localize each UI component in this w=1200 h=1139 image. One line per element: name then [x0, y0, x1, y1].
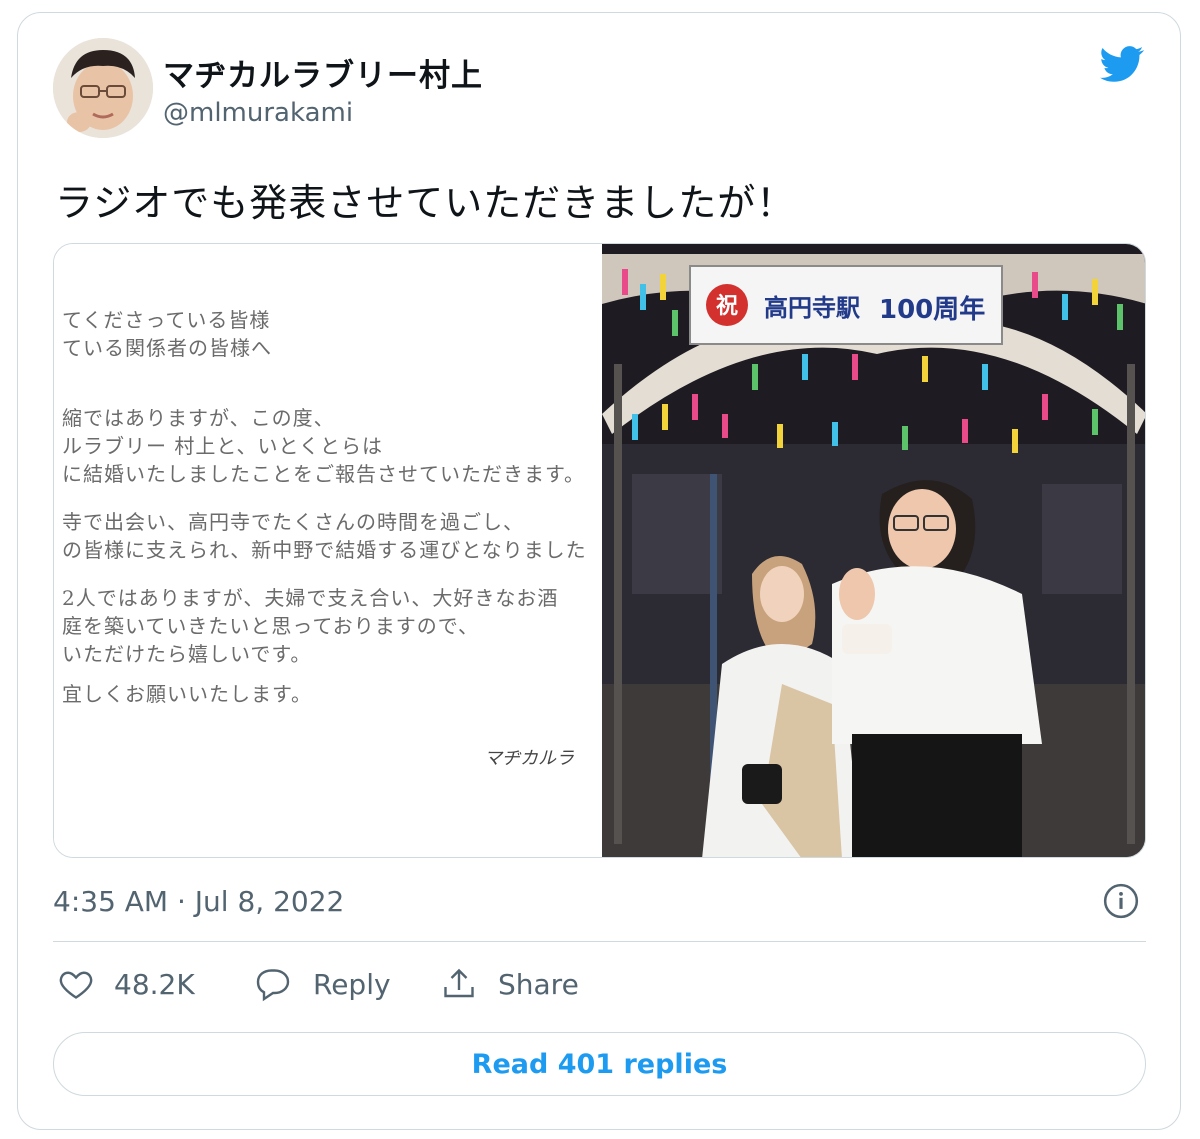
reply-label: Reply: [313, 967, 391, 1001]
avatar-image: [53, 38, 153, 138]
share-label: Share: [498, 967, 579, 1001]
letter-signature: マヂカルラ: [484, 748, 574, 769]
banner-station-text: 高円寺駅: [764, 294, 860, 322]
share-button[interactable]: Share: [440, 966, 579, 1002]
divider: [53, 941, 1146, 942]
share-upload-icon: [444, 968, 474, 998]
user-handle[interactable]: @mlmurakami: [163, 98, 353, 128]
twitter-bird-icon[interactable]: [1097, 42, 1147, 86]
couple-photo[interactable]: 祝 高円寺駅 100周年: [602, 244, 1145, 857]
banner-celebration-kanji: 祝: [716, 294, 738, 319]
letter-line: に結婚いたしましたことをご報告させていただきます。: [62, 462, 585, 486]
heart-icon: [59, 971, 93, 999]
letter-line: 宜しくお願いいたします。: [62, 682, 312, 706]
letter-line: の皆様に支えられ、新中野で結婚する運びとなりました: [62, 538, 587, 562]
tweet-timestamp[interactable]: 4:35 AM · Jul 8, 2022: [53, 885, 344, 918]
tweet-text: ラジオでも発表させていただきましたが！: [55, 181, 796, 225]
like-button[interactable]: 48.2K: [58, 966, 195, 1002]
avatar[interactable]: [53, 38, 153, 138]
tweet-media[interactable]: てくださっている皆様 ている関係者の皆様へ 縮ではありますが、この度、 ルラブリ…: [53, 243, 1146, 858]
letter-line: 2人ではありますが、夫婦で支え合い、大好きなお酒: [62, 586, 559, 610]
letter-line: ている関係者の皆様へ: [62, 336, 272, 360]
letter-line: 庭を築いていきたいと思っておりますので、: [62, 614, 479, 638]
read-replies-button[interactable]: Read 401 replies: [53, 1032, 1146, 1096]
letter-line: ルラブリー 村上と、いとくとらは: [62, 434, 383, 458]
letter-line: いただけたら嬉しいです。: [62, 642, 312, 666]
announcement-letter-image[interactable]: てくださっている皆様 ている関係者の皆様へ 縮ではありますが、この度、 ルラブリ…: [54, 244, 602, 857]
letter-line: てくださっている皆様: [62, 308, 271, 332]
info-icon[interactable]: [1102, 882, 1140, 920]
display-name[interactable]: マヂカルラブリー村上: [163, 50, 483, 95]
couple-photo-illustration: 祝 高円寺駅 100周年: [602, 244, 1145, 857]
reply-bubble-icon: [256, 969, 290, 1002]
like-count: 48.2K: [114, 967, 195, 1001]
letter-line: 寺で出会い、高円寺でたくさんの時間を過ごし、: [62, 510, 524, 534]
banner-anniversary-text: 100周年: [879, 294, 985, 325]
reply-button[interactable]: Reply: [253, 966, 391, 1002]
letter-line: 縮ではありますが、この度、: [62, 406, 335, 430]
